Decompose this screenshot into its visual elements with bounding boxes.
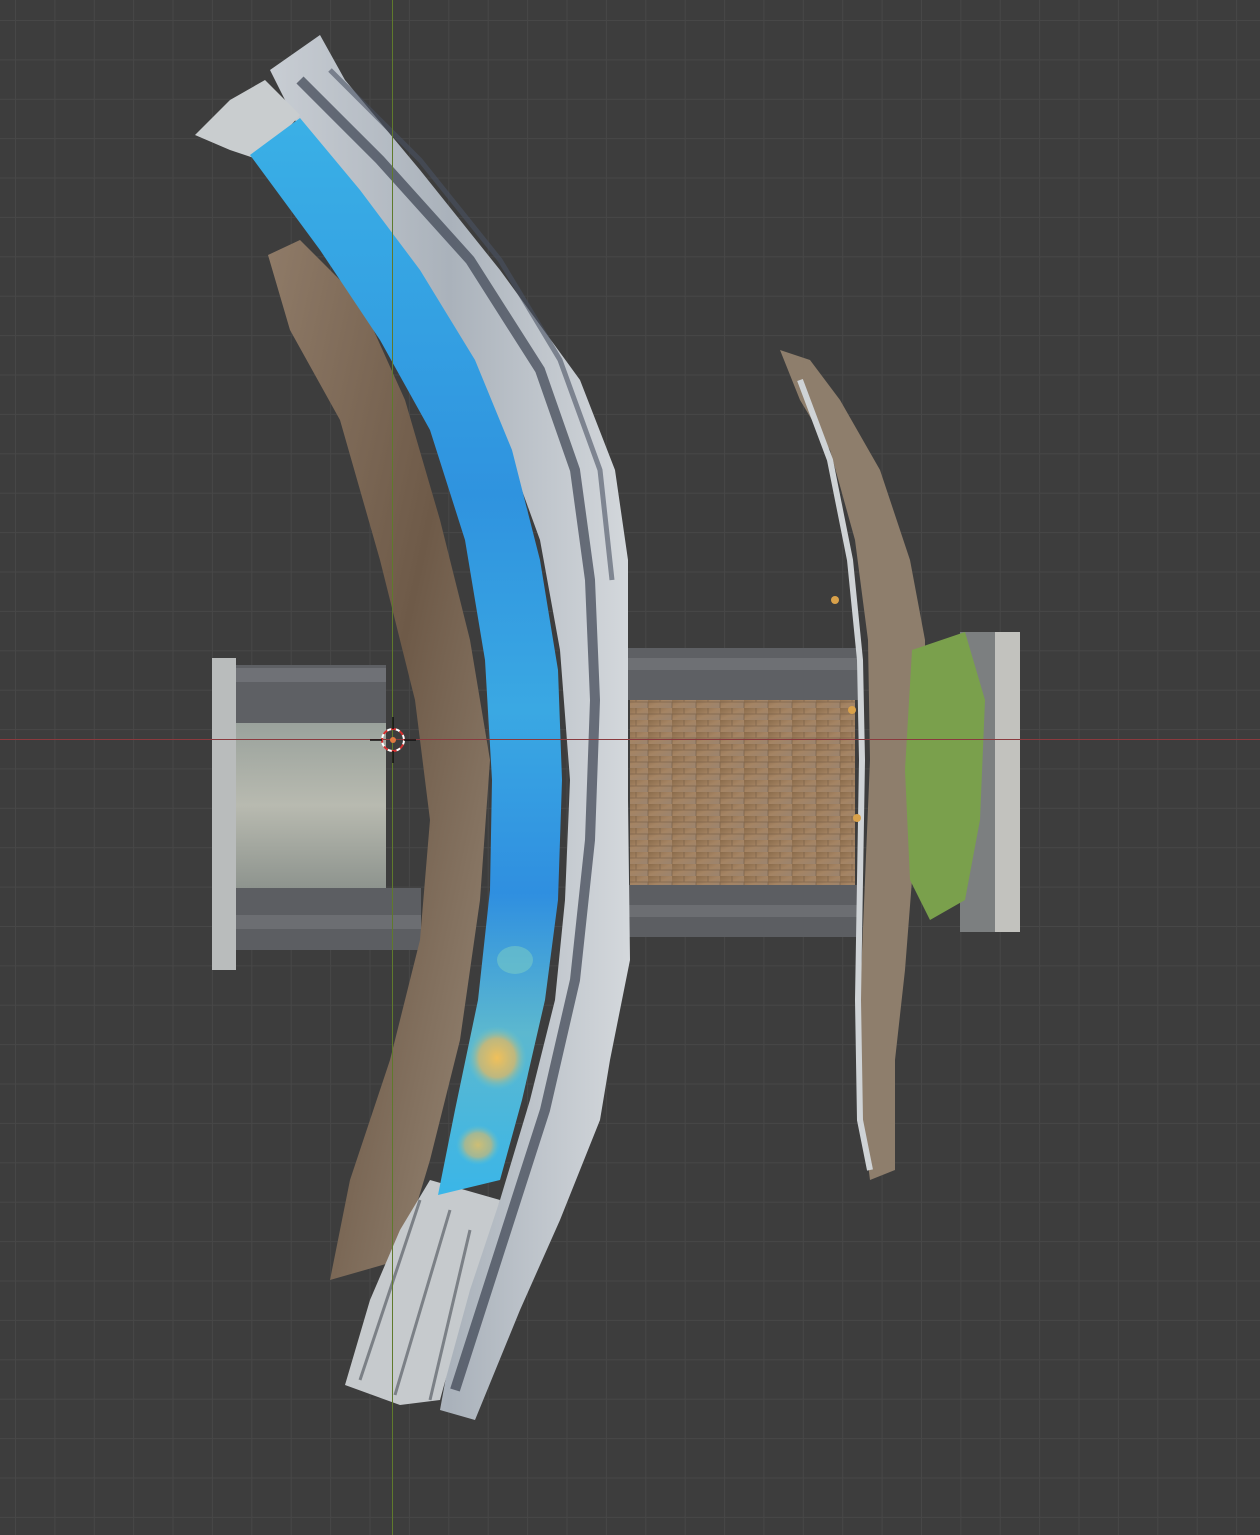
flow-hotspot [467,1026,527,1090]
west-bridge-block[interactable] [212,658,421,970]
3d-viewport[interactable] [0,0,1260,1535]
x-axis-line [0,739,1260,740]
flow-hotspot-small [456,1125,500,1165]
marker-orange-1[interactable] [831,596,839,604]
3d-cursor-icon[interactable] [368,715,418,765]
marker-orange-3[interactable] [853,814,861,822]
marker-orange-2[interactable] [848,706,856,714]
y-axis-line [392,0,393,1535]
flow-hotspot-faint [497,946,533,974]
scene-canvas[interactable] [0,0,1260,1535]
